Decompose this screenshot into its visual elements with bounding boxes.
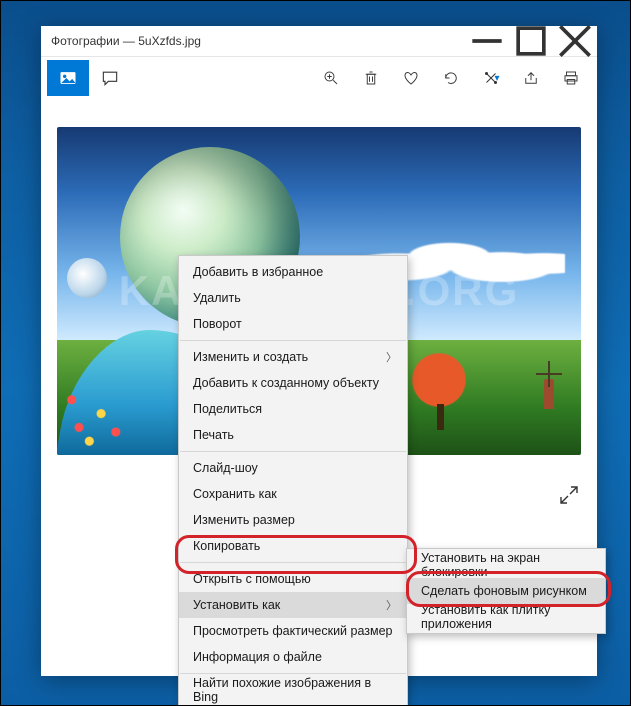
separator bbox=[180, 451, 406, 452]
window-title: Фотографии — 5uXzfds.jpg bbox=[41, 34, 201, 48]
separator bbox=[180, 562, 406, 563]
ctx-slideshow[interactable]: Слайд-шоу bbox=[179, 455, 407, 481]
view-tab[interactable] bbox=[47, 60, 89, 96]
favorite-icon[interactable] bbox=[391, 60, 431, 96]
separator bbox=[180, 673, 406, 674]
ctx-copy[interactable]: Копировать bbox=[179, 533, 407, 559]
minimize-button[interactable] bbox=[465, 26, 509, 56]
ctx-set-as[interactable]: Установить как〉 bbox=[179, 592, 407, 618]
close-button[interactable] bbox=[553, 26, 597, 56]
share-icon[interactable] bbox=[511, 60, 551, 96]
ctx-add-to-creation[interactable]: Добавить к созданному объекту bbox=[179, 370, 407, 396]
sub-app-tile[interactable]: Установить как плитку приложения bbox=[407, 604, 605, 630]
ctx-print[interactable]: Печать bbox=[179, 422, 407, 448]
fullscreen-icon[interactable] bbox=[557, 483, 585, 511]
delete-icon[interactable] bbox=[351, 60, 391, 96]
sub-background[interactable]: Сделать фоновым рисунком bbox=[407, 578, 605, 604]
chevron-right-icon: 〉 bbox=[386, 349, 397, 365]
comment-tab[interactable] bbox=[89, 60, 131, 96]
rotate-icon[interactable] bbox=[431, 60, 471, 96]
chevron-down-icon: ▾ bbox=[494, 73, 499, 84]
zoom-icon[interactable] bbox=[311, 60, 351, 96]
ctx-rotate[interactable]: Поворот bbox=[179, 311, 407, 337]
ctx-resize[interactable]: Изменить размер bbox=[179, 507, 407, 533]
print-icon[interactable] bbox=[551, 60, 591, 96]
maximize-button[interactable] bbox=[509, 26, 553, 56]
ctx-share[interactable]: Поделиться bbox=[179, 396, 407, 422]
ctx-add-favorite[interactable]: Добавить в избранное bbox=[179, 259, 407, 285]
ctx-save-as[interactable]: Сохранить как bbox=[179, 481, 407, 507]
separator bbox=[180, 340, 406, 341]
ctx-edit-create[interactable]: Изменить и создать〉 bbox=[179, 344, 407, 370]
ctx-file-info[interactable]: Информация о файле bbox=[179, 644, 407, 670]
chevron-right-icon: 〉 bbox=[386, 597, 397, 613]
ctx-open-with[interactable]: Открыть с помощью bbox=[179, 566, 407, 592]
toolbar: ▾ bbox=[41, 57, 597, 99]
sub-lockscreen[interactable]: Установить на экран блокировки bbox=[407, 552, 605, 578]
ctx-actual-size[interactable]: Просмотреть фактический размер bbox=[179, 618, 407, 644]
ctx-delete[interactable]: Удалить bbox=[179, 285, 407, 311]
context-menu: Добавить в избранное Удалить Поворот Изм… bbox=[178, 255, 408, 706]
titlebar: Фотографии — 5uXzfds.jpg bbox=[41, 26, 597, 57]
ctx-find-bing[interactable]: Найти похожие изображения в Bing bbox=[179, 677, 407, 703]
set-as-submenu: Установить на экран блокировки Сделать ф… bbox=[406, 548, 606, 634]
edit-icon[interactable]: ▾ bbox=[471, 60, 511, 96]
